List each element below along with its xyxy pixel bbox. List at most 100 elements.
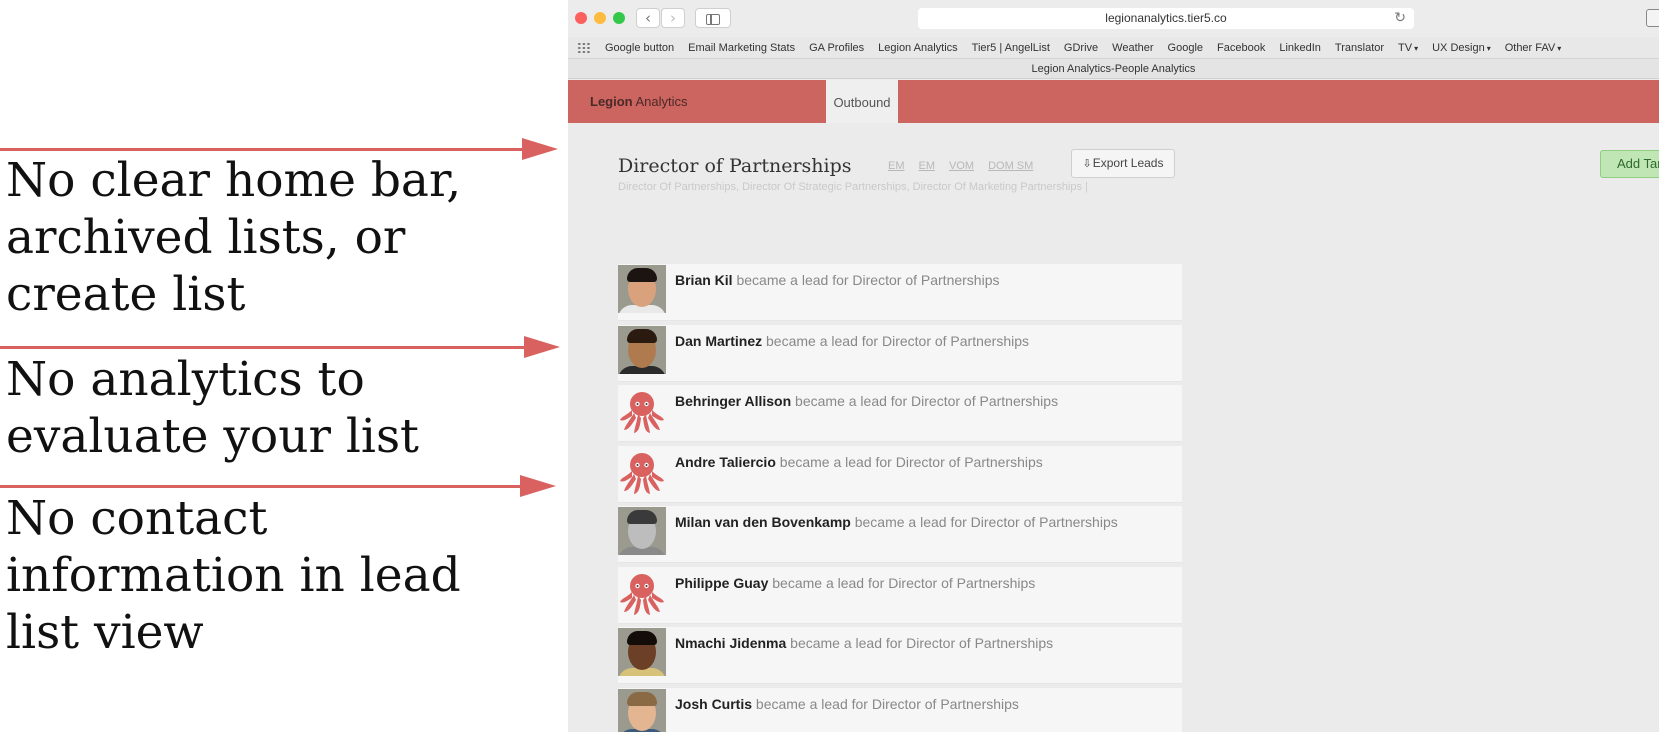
annotation-arrow: [0, 148, 528, 151]
bookmark-label: GA Profiles: [809, 42, 865, 54]
bookmark-label: Translator: [1334, 42, 1385, 54]
bookmark-item[interactable]: UX Design ▾: [1432, 37, 1491, 60]
bookmark-label: TV: [1398, 42, 1413, 54]
lead-name[interactable]: Behringer Allison: [675, 393, 791, 409]
bookmark-label: Legion Analytics: [878, 42, 958, 54]
bookmark-label: Facebook: [1217, 42, 1266, 54]
arrow-head-icon: [524, 336, 560, 358]
filter-link[interactable]: EM: [888, 160, 905, 172]
lead-name[interactable]: Nmachi Jidenma: [675, 635, 786, 651]
octopus-avatar-icon: [618, 567, 666, 616]
share-icon[interactable]: [1646, 9, 1659, 27]
bookmark-label: LinkedIn: [1279, 42, 1321, 54]
annotation-text-home-bar: No clear home bar, archived lists, or cr…: [6, 153, 462, 322]
lead-text: Nmachi Jidenma became a lead for Directo…: [675, 635, 1053, 651]
lead-row[interactable]: Andre Taliercio became a lead for Direct…: [618, 445, 1182, 503]
chevron-down-icon: ▾: [1414, 44, 1419, 53]
app-logo[interactable]: Legion Analytics: [590, 80, 688, 123]
bookmark-items: Google button Email Marketing Stats GA Pro…: [605, 37, 1575, 60]
bookmark-item[interactable]: Facebook: [1217, 37, 1265, 59]
bookmark-item[interactable]: Other FAV ▾: [1505, 37, 1562, 60]
bookmark-item[interactable]: LinkedIn: [1279, 37, 1321, 59]
avatar: [618, 688, 666, 732]
avatar: [618, 325, 666, 374]
lead-list: Brian Kil became a lead for Director of …: [618, 264, 1182, 732]
bookmark-label: Email Marketing Stats: [688, 42, 796, 54]
export-leads-label: Export Leads: [1092, 156, 1164, 170]
bookmark-label: Google button: [605, 42, 675, 54]
browser-titlebar: ‹ › legionanalytics.tier5.co ↻: [568, 0, 1659, 37]
export-leads-button[interactable]: ⇩Export Leads: [1071, 149, 1175, 178]
tab-outbound[interactable]: Outbound: [826, 80, 898, 123]
address-bar[interactable]: legionanalytics.tier5.co ↻: [918, 8, 1414, 29]
bookmark-item[interactable]: Legion Analytics: [878, 37, 958, 59]
lead-row[interactable]: Philippe Guay became a lead for Director…: [618, 566, 1182, 624]
bookmark-item[interactable]: Email Marketing Stats: [688, 37, 795, 59]
bookmark-label: Tier5 | AngelList: [971, 42, 1050, 54]
lead-text: Dan Martinez became a lead for Director …: [675, 333, 1029, 349]
minimize-window-icon[interactable]: [594, 12, 606, 24]
filter-link[interactable]: EM: [919, 160, 936, 172]
bookmark-item[interactable]: Google button: [605, 37, 674, 59]
close-window-icon[interactable]: [575, 12, 587, 24]
bookmarks-bar: Google button Email Marketing Stats GA Pro…: [568, 37, 1659, 59]
bookmark-item[interactable]: Tier5 | AngelList: [972, 37, 1050, 59]
bookmark-item[interactable]: Translator: [1335, 37, 1384, 59]
zoom-window-icon[interactable]: [613, 12, 625, 24]
avatar: [618, 265, 666, 313]
lead-name[interactable]: Josh Curtis: [675, 696, 752, 712]
lead-action: became a lead for Director of Partnershi…: [786, 635, 1054, 651]
sidebar-toggle-button[interactable]: [695, 8, 731, 28]
lead-name[interactable]: Andre Taliercio: [675, 454, 776, 470]
brand-bold: Legion: [590, 94, 633, 109]
bookmark-label: UX Design: [1432, 42, 1485, 54]
lead-text: Josh Curtis became a lead for Director o…: [675, 696, 1019, 712]
annotation-arrow: [0, 485, 526, 488]
bookmark-item[interactable]: TV ▾: [1398, 37, 1418, 60]
app-header: Legion Analytics Outbound: [568, 80, 1659, 123]
lead-row[interactable]: Behringer Allison became a lead for Dire…: [618, 385, 1182, 442]
lead-action: became a lead for Director of Partnershi…: [762, 332, 1030, 349]
bookmark-label: GDrive: [1063, 42, 1099, 54]
chevron-down-icon: ▾: [1557, 44, 1562, 53]
bookmark-item[interactable]: GA Profiles: [809, 37, 864, 59]
octopus-avatar-icon: [618, 386, 666, 434]
apps-grid-icon[interactable]: [577, 42, 591, 54]
arrow-head-icon: [522, 138, 558, 160]
lead-action: became a lead for Director of Partnershi…: [732, 272, 1000, 288]
forward-button[interactable]: ›: [661, 8, 685, 28]
lead-action: became a lead for Director of Partnershi…: [850, 514, 1118, 530]
chevron-down-icon: ▾: [1486, 44, 1491, 53]
list-filters: EM EM VOM DOM SM: [888, 160, 1047, 172]
bookmark-item[interactable]: Weather: [1112, 37, 1153, 59]
lead-name[interactable]: Milan van den Bovenkamp: [675, 514, 851, 530]
annotation-text-contact-info: No contact information in lead list view: [6, 491, 461, 660]
bookmark-item[interactable]: GDrive: [1064, 37, 1098, 59]
lead-text: Andre Taliercio became a lead for Direct…: [675, 454, 1043, 470]
brand-rest: Analytics: [635, 94, 688, 109]
annotation-text-analytics: No analytics to evaluate your list: [6, 352, 419, 464]
filter-link[interactable]: DOM SM: [988, 160, 1033, 172]
avatar: [618, 507, 666, 555]
add-target-button[interactable]: Add Tar: [1600, 150, 1659, 178]
back-button[interactable]: ‹: [636, 8, 660, 28]
annotation-arrow: [0, 346, 530, 349]
filter-link[interactable]: VOM: [949, 160, 974, 172]
lead-row[interactable]: Dan Martinez became a lead for Director …: [618, 324, 1182, 382]
lead-name[interactable]: Philippe Guay: [675, 575, 768, 591]
lead-row[interactable]: Milan van den Bovenkamp became a lead fo…: [618, 506, 1182, 563]
avatar: [618, 628, 666, 676]
lead-name[interactable]: Brian Kil: [675, 272, 733, 288]
bookmark-label: Google: [1167, 42, 1204, 54]
lead-row[interactable]: Josh Curtis became a lead for Director o…: [618, 687, 1182, 732]
lead-action: became a lead for Director of Partnershi…: [791, 393, 1059, 409]
lead-row[interactable]: Nmachi Jidenma became a lead for Directo…: [618, 627, 1182, 684]
octopus-avatar-icon: [618, 446, 666, 495]
arrow-head-icon: [520, 475, 556, 497]
lead-name[interactable]: Dan Martinez: [675, 333, 762, 349]
lead-row[interactable]: Brian Kil became a lead for Director of …: [618, 264, 1182, 321]
page-title-bar: Legion Analytics-People Analytics: [568, 59, 1659, 79]
bookmark-item[interactable]: Google: [1168, 37, 1203, 59]
reload-icon[interactable]: ↻: [1394, 8, 1406, 29]
browser-window: ‹ › legionanalytics.tier5.co ↻ Google bu…: [568, 0, 1659, 732]
